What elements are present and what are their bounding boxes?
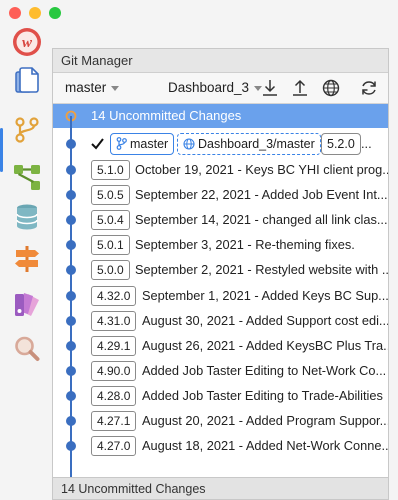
git-manager-panel: Git Manager master Dashboard_3 14 Uncomm… xyxy=(52,48,389,500)
commit-node xyxy=(66,441,76,452)
commit-message: Added Job Taster Editing to Net-Work Co.… xyxy=(142,362,387,378)
commit-row[interactable]: 5.0.0 September 2, 2021 - Restyled websit… xyxy=(53,257,388,283)
commit-message: September 14, 2021 - changed all link cl… xyxy=(135,212,388,228)
commit-row[interactable]: 4.90.0 Added Job Taster Editing to Net-Wo… xyxy=(53,358,388,384)
database-icon[interactable] xyxy=(6,196,48,238)
commit-row[interactable]: 4.31.0 August 30, 2021 - Added Support co… xyxy=(53,308,388,334)
head-commit-ellipsis: ... xyxy=(361,136,372,151)
close-window-button[interactable] xyxy=(9,7,21,19)
version-tag: 5.0.1 xyxy=(91,235,130,256)
commit-row[interactable]: 5.0.4 September 14, 2021 - changed all li… xyxy=(53,207,388,233)
documents-icon[interactable] xyxy=(6,60,48,102)
version-tag-label: 5.2.0 xyxy=(327,137,355,151)
branch-icon xyxy=(116,137,127,150)
commit-message: September 3, 2021 - Re-theming fixes. xyxy=(135,237,355,253)
commit-message: August 26, 2021 - Added KeysBC Plus Tra.… xyxy=(142,337,388,353)
status-footer: 14 Uncommitted Changes xyxy=(53,477,388,499)
version-tag: 5.0.5 xyxy=(91,185,130,206)
pull-icon[interactable] xyxy=(260,78,280,98)
push-icon[interactable] xyxy=(290,78,310,98)
commit-node xyxy=(66,165,76,175)
uncommitted-changes-label: 14 Uncommitted Changes xyxy=(91,108,242,123)
branch-dropdown-label: master xyxy=(65,80,107,95)
commit-row[interactable]: 4.29.1 August 26, 2021 - Added KeysBC Plu… xyxy=(53,333,388,359)
scrollbar[interactable] xyxy=(382,104,388,478)
commit-node xyxy=(66,340,76,351)
panel-title: Git Manager xyxy=(53,49,388,73)
commit-message: October 19, 2021 - Keys BC YHI client pr… xyxy=(135,162,388,177)
commit-row[interactable]: 5.1.0 October 19, 2021 - Keys BC YHI clie… xyxy=(53,157,388,183)
commit-row[interactable]: 5.0.5 September 22, 2021 - Added Job Even… xyxy=(53,182,388,208)
minimize-window-button[interactable] xyxy=(29,7,41,19)
version-tag: 4.32.0 xyxy=(91,285,137,306)
commit-node xyxy=(66,240,76,251)
commit-row[interactable]: 4.27.0 August 18, 2021 - Added Net-Work C… xyxy=(53,433,388,459)
commit-row[interactable]: 4.32.0 September 1, 2021 - Added Keys BC … xyxy=(53,283,388,309)
version-tag: 5.0.0 xyxy=(91,260,130,281)
remote-badge[interactable]: Dashboard_3/master xyxy=(177,133,321,155)
commit-message: August 18, 2021 - Added Net-Work Conne..… xyxy=(142,438,388,454)
sidebar-active-indicator xyxy=(0,128,3,172)
chevron-down-icon xyxy=(111,85,120,91)
app-logo-icon[interactable]: w xyxy=(6,21,48,63)
branch-dropdown[interactable]: master xyxy=(65,73,120,103)
repo-dropdown[interactable]: Dashboard_3 xyxy=(168,73,263,103)
commit-node xyxy=(66,365,76,376)
refresh-icon[interactable] xyxy=(359,78,379,98)
version-tag: 4.27.0 xyxy=(91,436,137,457)
version-tag: 4.27.1 xyxy=(91,411,137,431)
version-tag: 4.31.0 xyxy=(91,310,137,331)
version-tag: 4.28.0 xyxy=(91,385,137,406)
commit-message: Added Job Taster Editing to Trade-Abilit… xyxy=(142,387,383,403)
window-controls xyxy=(9,7,61,19)
commit-message: August 30, 2021 - Added Support cost edi… xyxy=(142,312,388,328)
commit-node xyxy=(66,190,76,201)
workflow-icon[interactable] xyxy=(6,156,48,198)
commit-message: September 1, 2021 - Added Keys BC Sup... xyxy=(142,287,388,303)
uncommitted-changes-row[interactable]: 14 Uncommitted Changes xyxy=(53,104,388,128)
checkmark-icon xyxy=(91,138,104,150)
commit-node xyxy=(66,265,76,276)
commit-node xyxy=(66,416,76,426)
search-icon[interactable] xyxy=(6,328,48,370)
maximize-window-button[interactable] xyxy=(49,7,61,19)
commit-row[interactable]: 5.0.1 September 3, 2021 - Re-theming fixe… xyxy=(53,232,388,258)
remote-badge-label: Dashboard_3/master xyxy=(198,137,315,151)
commit-message: September 2, 2021 - Restyled website wit… xyxy=(135,262,388,278)
version-tag: 5.1.0 xyxy=(91,160,130,180)
commit-node xyxy=(66,290,76,301)
branch-badge-label: master xyxy=(130,137,169,151)
git-toolbar: master Dashboard_3 xyxy=(53,73,388,104)
palette-icon[interactable] xyxy=(6,284,48,326)
head-commit-row[interactable]: master Dashboard_3/master 5.2.0 ... xyxy=(53,131,388,157)
globe-icon[interactable] xyxy=(321,78,341,98)
version-tag: 5.0.4 xyxy=(91,210,130,231)
repo-dropdown-label: Dashboard_3 xyxy=(168,80,250,95)
commit-node xyxy=(66,215,76,226)
branch-badge[interactable]: master xyxy=(110,133,175,155)
commit-message: September 22, 2021 - Added Job Event Int… xyxy=(135,187,388,203)
version-tag: 4.29.1 xyxy=(91,335,137,356)
svg-text:w: w xyxy=(22,35,33,51)
commit-node xyxy=(66,390,76,401)
version-tag: 5.2.0 xyxy=(321,133,361,155)
commit-row[interactable]: 4.27.1 August 20, 2021 - Added Program Su… xyxy=(53,408,388,434)
app-window: w Git Manager master Dashboard_3 14 Unco… xyxy=(0,0,398,500)
version-tag: 4.90.0 xyxy=(91,360,137,381)
commit-message: August 20, 2021 - Added Program Suppor..… xyxy=(142,413,388,428)
sidebar: w xyxy=(0,20,52,500)
commit-node xyxy=(66,139,76,149)
signpost-icon[interactable] xyxy=(6,238,48,280)
remote-globe-icon xyxy=(183,138,195,150)
commit-row[interactable]: 4.28.0 Added Job Taster Editing to Trade-… xyxy=(53,383,388,409)
git-icon[interactable] xyxy=(6,109,48,151)
commit-node xyxy=(66,315,76,326)
